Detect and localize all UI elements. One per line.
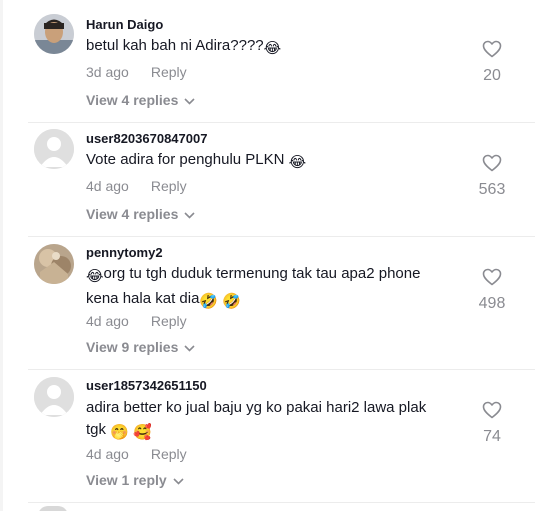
view-replies-label: View 1 reply: [86, 472, 167, 488]
like-count: 498: [478, 295, 506, 312]
comment-timestamp: 4d ago: [86, 446, 129, 462]
view-replies-button[interactable]: View 4 replies: [86, 92, 195, 108]
comment-username[interactable]: user8203670847007: [86, 131, 207, 146]
comment-text: 😂org tu tgh duduk termenung tak tau apa2…: [86, 263, 466, 313]
comment-body-line1: org tu tgh duduk termenung tak tau apa2 …: [103, 265, 421, 282]
laughing-emoji: 😂: [86, 268, 104, 285]
reply-button[interactable]: Reply: [151, 446, 187, 462]
like-control[interactable]: 563: [470, 154, 514, 199]
view-replies-button[interactable]: View 9 replies: [86, 339, 195, 355]
view-replies-button[interactable]: View 4 replies: [86, 206, 195, 222]
heart-outline-icon[interactable]: [470, 154, 514, 177]
rofl-emoji: 🤣: [222, 293, 241, 310]
hand-over-mouth-emoji: 🤭: [110, 424, 129, 441]
like-control[interactable]: 74: [470, 401, 514, 446]
comment-timestamp: 4d ago: [86, 313, 129, 329]
comment-username[interactable]: pennytomy2: [86, 245, 163, 260]
laughing-emoji: 😂: [288, 154, 307, 171]
comment-body-line2: kena hala kat dia: [86, 290, 200, 307]
comment-divider: [28, 369, 535, 370]
view-replies-label: View 4 replies: [86, 92, 179, 108]
reply-button[interactable]: Reply: [151, 178, 187, 194]
avatar-photo: [34, 14, 74, 54]
comment-divider: [28, 236, 535, 237]
comment-body-line2: tgk: [86, 421, 107, 438]
comment-username[interactable]: user1857342651150: [86, 378, 207, 393]
comment-username[interactable]: Harun Daigo: [86, 17, 163, 32]
heart-outline-icon[interactable]: [470, 401, 514, 424]
chevron-down-icon: [184, 339, 195, 355]
heart-outline-icon[interactable]: [470, 40, 514, 63]
comment-text: Vote adira for penghulu PLKN 😂: [86, 149, 466, 174]
view-replies-label: View 4 replies: [86, 206, 179, 222]
comment-divider: [28, 122, 535, 123]
default-avatar-icon: [34, 129, 74, 169]
avatar-photo: [34, 244, 74, 284]
avatar[interactable]: [34, 244, 74, 284]
comment-body: Vote adira for penghulu PLKN: [86, 151, 285, 168]
comment-timestamp: 3d ago: [86, 64, 129, 80]
rofl-emoji: 🤣: [199, 293, 219, 310]
comment-divider: [28, 502, 535, 503]
heart-outline-icon[interactable]: [470, 268, 514, 291]
comment-body: betul kah bah ni Adira????: [86, 37, 264, 54]
like-count: 20: [483, 67, 501, 84]
avatar[interactable]: [38, 506, 68, 511]
left-edge: [0, 0, 3, 511]
like-count: 74: [483, 428, 501, 445]
chevron-down-icon: [184, 92, 195, 108]
comment-body-line1: adira better ko jual baju yg ko pakai ha…: [86, 399, 427, 416]
comment-meta: 4d ago Reply: [86, 313, 187, 329]
default-avatar-icon: [34, 377, 74, 417]
comment-meta: 3d ago Reply: [86, 64, 187, 80]
like-control[interactable]: 498: [470, 268, 514, 313]
comment-meta: 4d ago Reply: [86, 446, 187, 462]
view-replies-label: View 9 replies: [86, 339, 179, 355]
comment-timestamp: 4d ago: [86, 178, 129, 194]
reply-button[interactable]: Reply: [151, 313, 187, 329]
comment-text: betul kah bah ni Adira????😂: [86, 35, 466, 60]
comment-text: adira better ko jual baju yg ko pakai ha…: [86, 397, 466, 444]
avatar[interactable]: [34, 129, 74, 169]
smiling-hearts-emoji: 🥰: [133, 424, 152, 441]
chevron-down-icon: [173, 472, 184, 488]
view-replies-button[interactable]: View 1 reply: [86, 472, 184, 488]
like-count: 563: [478, 181, 506, 198]
chevron-down-icon: [184, 206, 195, 222]
avatar[interactable]: [34, 14, 74, 54]
comment-meta: 4d ago Reply: [86, 178, 187, 194]
avatar[interactable]: [34, 377, 74, 417]
reply-button[interactable]: Reply: [151, 64, 187, 80]
laughing-emoji: 😂: [263, 40, 282, 57]
like-control[interactable]: 20: [470, 40, 514, 85]
